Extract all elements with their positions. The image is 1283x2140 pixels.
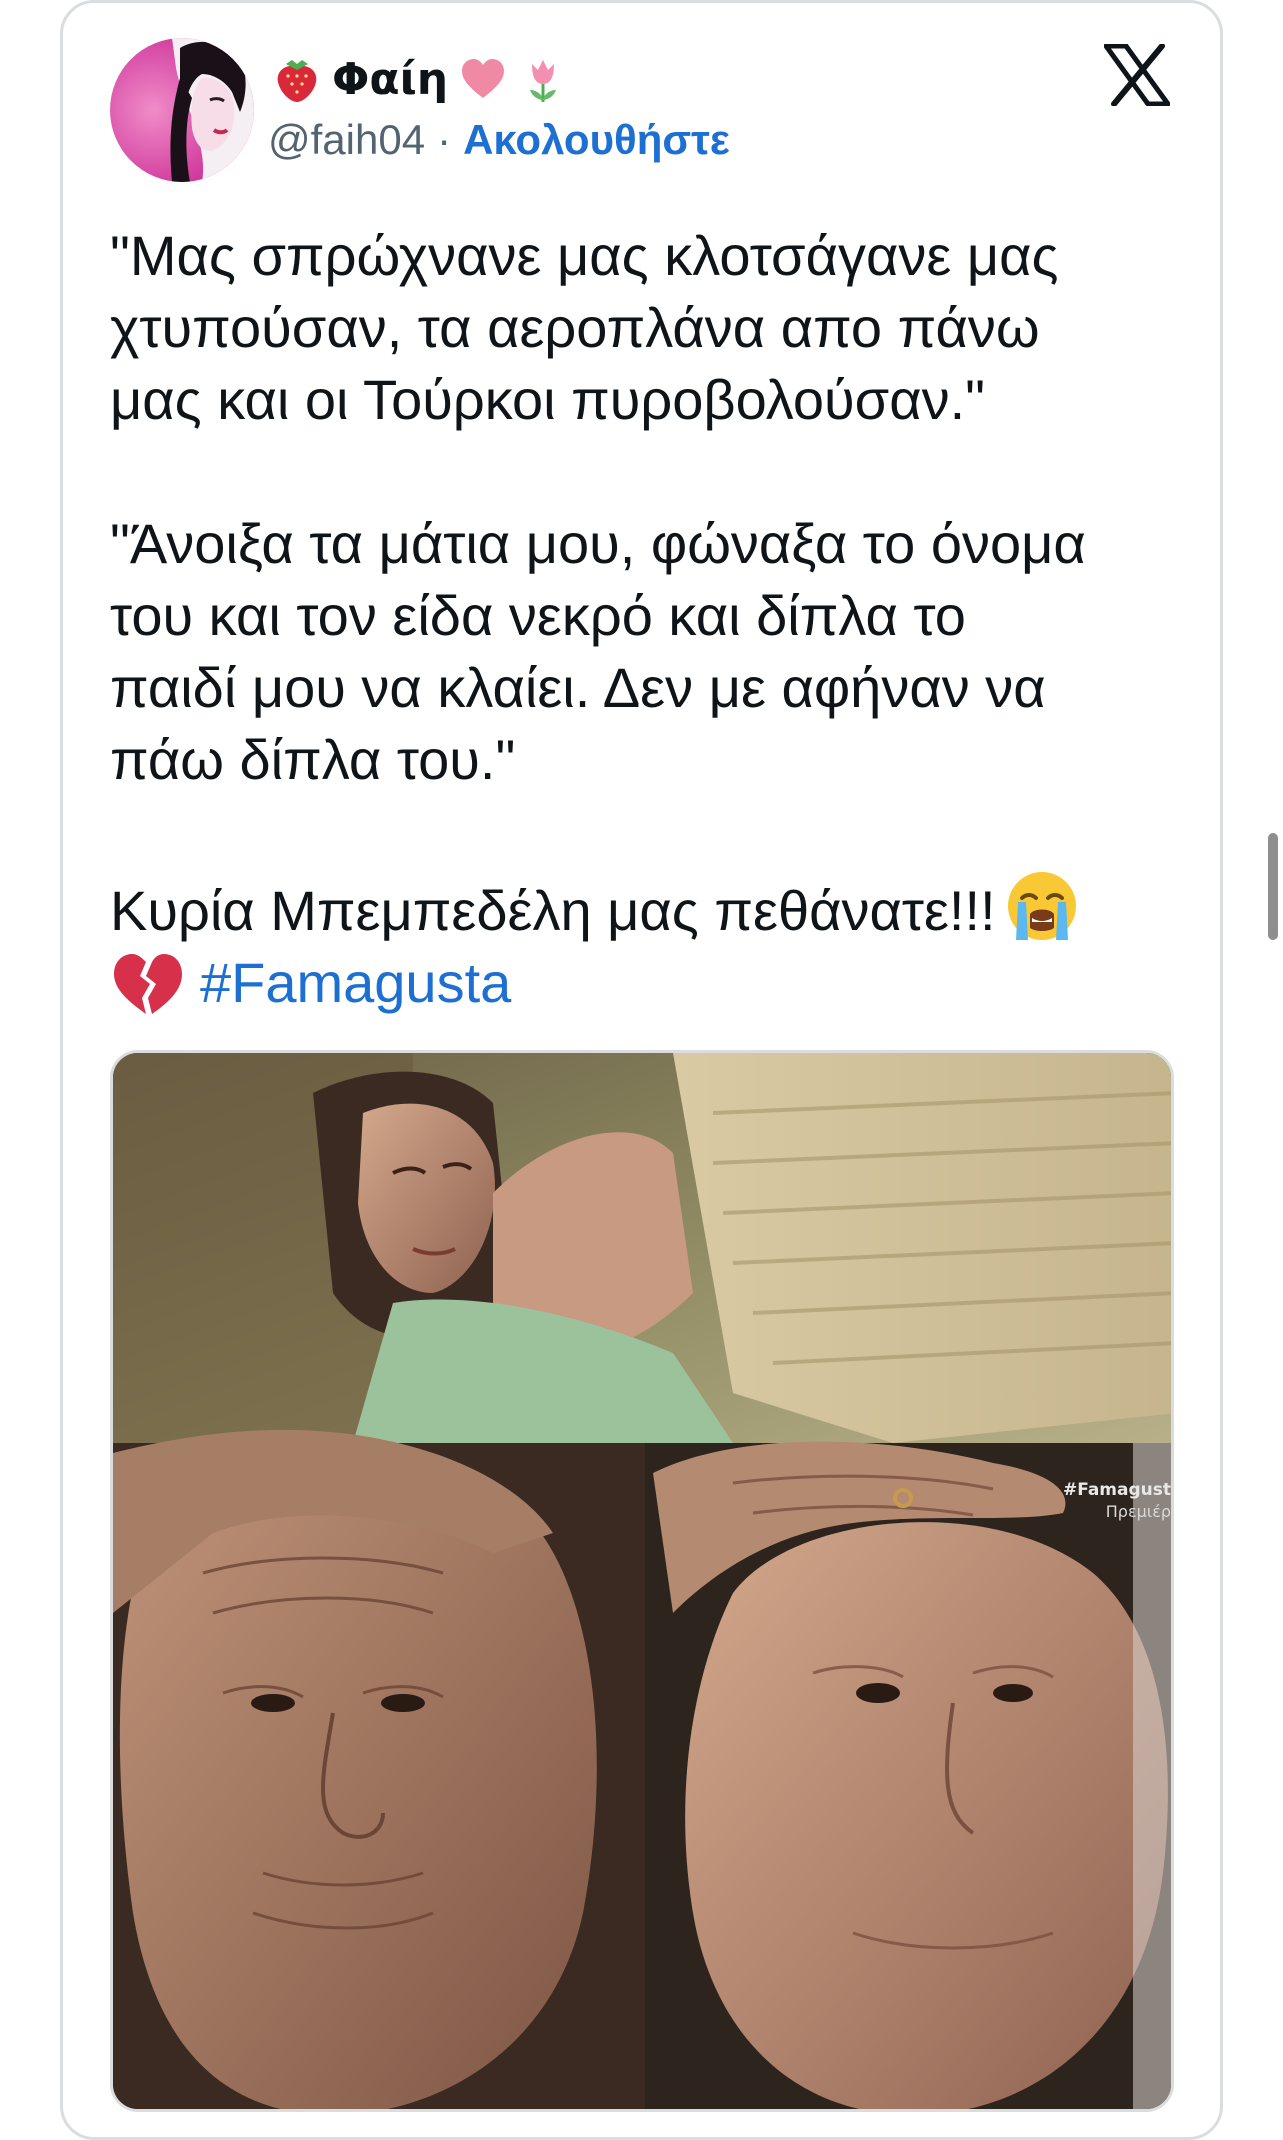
display-name[interactable]: Φαίη xyxy=(332,54,448,105)
media-watermark: #Famagust Πρεμιέρ xyxy=(1063,1479,1171,1523)
tweet-paragraph-1: "Μας σπρώχνανε μας κλοτσάγανε μας χτυπού… xyxy=(110,224,1059,431)
user-handle[interactable]: @faih04 xyxy=(268,116,425,164)
scrollbar[interactable] xyxy=(1268,833,1278,940)
tweet-paragraph-3: Κυρία Μπεμπεδέλη μας πεθάνατε!!! xyxy=(110,868,1170,947)
separator-dot: · xyxy=(437,116,452,163)
broken-heart-icon xyxy=(114,954,182,1014)
handle-row: @faih04 · Ακολουθήστε xyxy=(268,112,730,168)
tweet-text: "Μας σπρώχνανε μας κλοτσάγανε μας χτυπού… xyxy=(110,220,1170,1019)
strawberry-icon xyxy=(277,60,317,102)
tulip-icon xyxy=(530,60,557,102)
tweet-hashtag-line: #Famagusta xyxy=(110,947,1170,1019)
media-photo xyxy=(113,1053,1171,2109)
watermark-sub: Πρεμιέρ xyxy=(1105,1502,1171,1521)
tweet-media-image[interactable]: #Famagust Πρεμιέρ xyxy=(110,1050,1174,2112)
display-name-row[interactable]: Φαίη xyxy=(272,48,568,110)
pink-heart-icon xyxy=(462,59,505,98)
loudly-crying-face-icon xyxy=(1007,872,1076,940)
avatar[interactable] xyxy=(110,38,254,182)
tweet-paragraph-2: "Άνοιξα τα μάτια μου, φώναξα το όνομα το… xyxy=(110,512,1086,791)
follow-button[interactable]: Ακολουθήστε xyxy=(463,116,730,164)
x-logo-icon[interactable] xyxy=(1104,44,1170,106)
tweet-paragraph-3-text: Κυρία Μπεμπεδέλη μας πεθάνατε!!! xyxy=(110,879,996,942)
watermark-tag: #Famagust xyxy=(1062,1480,1171,1500)
hashtag-link[interactable]: #Famagusta xyxy=(200,951,511,1014)
